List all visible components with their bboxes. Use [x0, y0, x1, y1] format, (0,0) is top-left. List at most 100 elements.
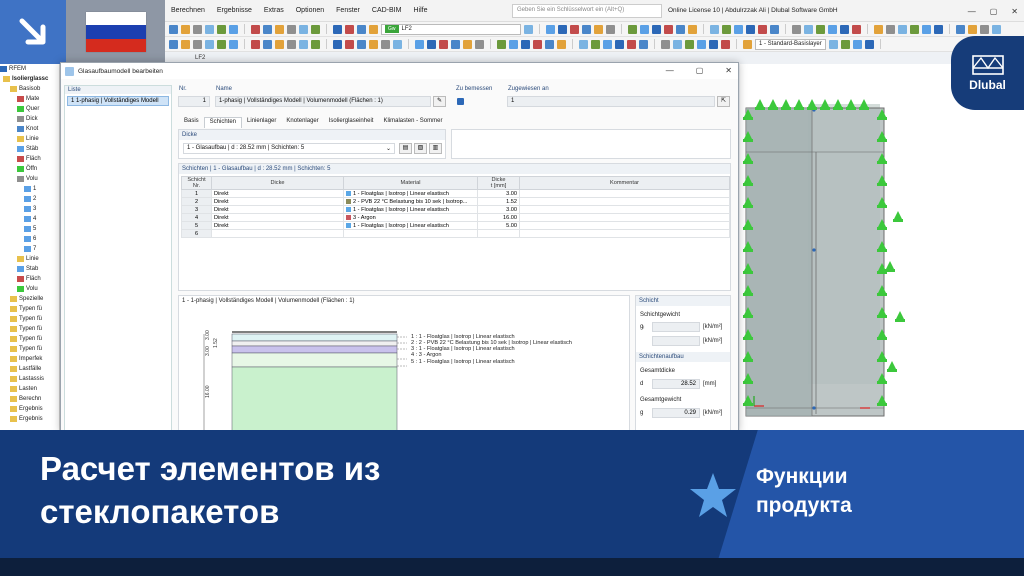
toolbar-tool-icon[interactable] — [369, 39, 378, 49]
toolbar-tool-icon[interactable] — [606, 24, 615, 34]
navigator-item[interactable]: 7 — [0, 244, 59, 254]
toolbar-tool-icon[interactable] — [874, 24, 883, 34]
row-thickness[interactable]: 1.52 — [477, 197, 520, 206]
table-row[interactable]: 6 — [181, 229, 730, 238]
layer-select[interactable]: 1 - Standard-Basislayer — [755, 38, 826, 50]
navigator-item[interactable]: Imperfek — [0, 354, 59, 364]
navigator-item[interactable]: Typen fü — [0, 314, 59, 324]
toolbar-tool-icon[interactable] — [852, 24, 861, 34]
toolbar-tool-icon[interactable] — [734, 24, 743, 34]
navigator-item[interactable]: Volu — [0, 284, 59, 294]
toolbar-tool-icon[interactable] — [217, 24, 226, 34]
toolbar-tool-icon[interactable] — [615, 39, 624, 49]
toolbar-tool-icon[interactable] — [673, 39, 682, 49]
navigator-item[interactable]: Typen fü — [0, 344, 59, 354]
navigator-item[interactable]: Ergebnis — [0, 414, 59, 424]
search-input[interactable]: Geben Sie ein Schlüsselwort ein (Alt+Q) — [512, 4, 662, 18]
toolbar-tool-icon[interactable] — [193, 24, 202, 34]
row-type[interactable]: Direkt — [211, 221, 344, 230]
navigator-item[interactable]: Spezielle — [0, 294, 59, 304]
tab-basis[interactable]: Basis — [179, 117, 204, 128]
toolbar-tool-icon[interactable] — [661, 39, 670, 49]
toolbar-tool-icon[interactable] — [181, 24, 190, 34]
toolbar-tool-icon[interactable] — [992, 24, 1001, 34]
toolbar-tool-icon[interactable] — [193, 39, 202, 49]
toolbar-tool-icon[interactable] — [345, 24, 354, 34]
toolbar-tool-icon[interactable] — [311, 39, 320, 49]
close-icon[interactable]: ✕ — [1011, 7, 1018, 16]
toolbar-tool-icon[interactable] — [369, 24, 378, 34]
toolbar-tool-icon[interactable] — [521, 39, 530, 49]
toolbar-tool-icon[interactable] — [415, 39, 424, 49]
row-comment[interactable] — [519, 197, 730, 206]
menu-ergebnisse[interactable]: Ergebnisse — [211, 7, 258, 14]
navigator-item[interactable]: Isolierglassc — [0, 74, 59, 84]
toolbar-tool-icon[interactable] — [275, 24, 284, 34]
row-thickness[interactable]: 16.00 — [477, 213, 520, 222]
library-thickness-button[interactable]: ▥ — [429, 143, 442, 154]
navigator-item[interactable]: 4 — [0, 214, 59, 224]
toolbar-tool-icon[interactable] — [640, 24, 649, 34]
toolbar-tool-icon[interactable] — [582, 24, 591, 34]
toolbar-tool-icon[interactable] — [558, 24, 567, 34]
navigator-item[interactable]: Lastassis — [0, 374, 59, 384]
toolbar-tool-icon[interactable] — [181, 39, 190, 49]
toolbar-tool-icon[interactable] — [792, 24, 801, 34]
row-comment[interactable] — [519, 229, 730, 238]
name-field[interactable]: 1-phasig | Vollständiges Modell | Volume… — [215, 96, 431, 107]
thickness-select[interactable]: 1 - Glasaufbau | d : 28.52 mm | Schichte… — [183, 143, 395, 154]
navigator-item[interactable]: Fläch — [0, 274, 59, 284]
navigator-item[interactable]: Stab — [0, 264, 59, 274]
toolbar-tool-icon[interactable] — [840, 24, 849, 34]
toolbar-tool-icon[interactable] — [333, 24, 342, 34]
toolbar-tool-icon[interactable] — [828, 39, 838, 49]
table-row[interactable]: 5 Direkt 1 - Floatglas | Isotrop | Linear … — [181, 221, 730, 230]
navigator-item[interactable]: 2 — [0, 194, 59, 204]
navigator-item[interactable]: Dick — [0, 114, 59, 124]
tab-knotenlager[interactable]: Knotenlager — [281, 117, 323, 128]
navigator-item[interactable]: Typen fü — [0, 304, 59, 314]
toolbar-tool-icon[interactable] — [980, 24, 989, 34]
table-row[interactable]: 1 Direkt 1 - Floatglas | Isotrop | Linear … — [181, 189, 730, 198]
toolbar-tool-icon[interactable] — [743, 39, 752, 49]
toolbar-tool-icon[interactable] — [721, 39, 730, 49]
dialog-maximize-icon[interactable]: ▢ — [696, 66, 704, 75]
toolbar-tool-icon[interactable] — [229, 24, 238, 34]
menu-extras[interactable]: Extras — [258, 7, 290, 14]
navigator-item[interactable]: 6 — [0, 234, 59, 244]
toolbar-tool-icon[interactable] — [427, 39, 436, 49]
toolbar-tool-icon[interactable] — [463, 39, 472, 49]
toolbar-tool-icon[interactable] — [263, 39, 272, 49]
3d-viewport[interactable] — [740, 64, 1024, 432]
list-item-selected[interactable]: 1 1-phasig | Vollständiges Modell — [67, 96, 169, 106]
row-comment[interactable] — [519, 205, 730, 214]
toolbar-tool-icon[interactable] — [263, 24, 272, 34]
toolbar-tool-icon[interactable] — [922, 24, 931, 34]
toolbar-tool-icon[interactable] — [205, 24, 214, 34]
table-row[interactable]: 2 Direkt 2 - PVB 22 °C Belastung bis 10 se… — [181, 197, 730, 206]
navigator-item[interactable]: Fläch — [0, 154, 59, 164]
dialog-close-icon[interactable]: ✕ — [725, 66, 732, 75]
toolbar-tool-icon[interactable] — [229, 39, 238, 49]
toolbar-tool-icon[interactable] — [828, 24, 837, 34]
navigator-item[interactable]: Basisob — [0, 84, 59, 94]
toolbar-tool-icon[interactable] — [357, 24, 366, 34]
toolbar-tool-icon[interactable] — [934, 24, 943, 34]
toolbar-tool-icon[interactable] — [497, 39, 506, 49]
toolbar-tool-icon[interactable] — [357, 39, 366, 49]
toolbar-tool-icon[interactable] — [509, 39, 518, 49]
toolbar-tool-icon[interactable] — [275, 39, 284, 49]
toolbar-tool-icon[interactable] — [758, 24, 767, 34]
toolbar-tool-icon[interactable] — [381, 39, 390, 49]
toolbar-tool-icon[interactable] — [697, 39, 706, 49]
toolbar-tool-icon[interactable] — [603, 39, 612, 49]
toolbar-tool-icon[interactable] — [722, 24, 731, 34]
toolbar-tool-icon[interactable] — [639, 39, 648, 49]
row-type[interactable]: Direkt — [211, 213, 344, 222]
row-comment[interactable] — [519, 221, 730, 230]
load-case-select[interactable]: Gw LF2 — [381, 23, 521, 35]
toolbar-tool-icon[interactable] — [557, 39, 566, 49]
toolbar-tool-icon[interactable] — [205, 39, 214, 49]
navigator-item[interactable]: Linie — [0, 254, 59, 264]
toolbar-tool-icon[interactable] — [299, 24, 308, 34]
